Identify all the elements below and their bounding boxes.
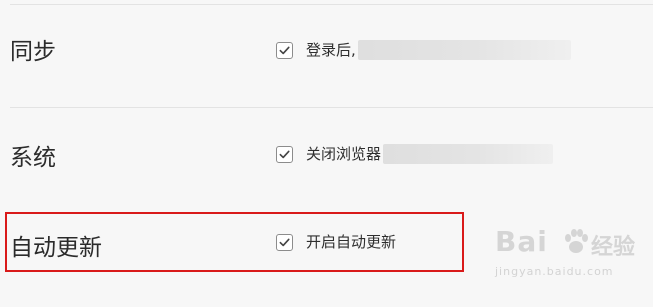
system-option[interactable]: 关闭浏览器 (276, 144, 554, 164)
settings-row-sync: 同步 登录后, (0, 0, 653, 107)
watermark-suffix: 经验 (591, 235, 636, 260)
sync-option-label: 登录后, (306, 41, 356, 59)
check-icon (279, 150, 290, 158)
paw-icon (565, 229, 588, 253)
system-checkbox[interactable] (276, 145, 293, 163)
watermark-url: jingyan.baidu.com (495, 265, 614, 278)
system-option-label: 关闭浏览器 (306, 145, 382, 163)
section-title-system: 系统 (10, 145, 56, 171)
section-title-sync: 同步 (10, 39, 56, 65)
highlight-annotation-box (5, 212, 464, 272)
watermark-brand: Bai (495, 225, 548, 258)
blurred-redaction (383, 144, 554, 164)
sync-option[interactable]: 登录后, (276, 40, 571, 60)
blurred-redaction (357, 40, 571, 60)
baidu-jingyan-watermark: Bai 经验 jingyan.baidu.com (495, 225, 645, 295)
settings-row-system: 系统 关闭浏览器 (0, 108, 653, 212)
sync-checkbox[interactable] (276, 41, 293, 59)
check-icon (279, 46, 290, 54)
